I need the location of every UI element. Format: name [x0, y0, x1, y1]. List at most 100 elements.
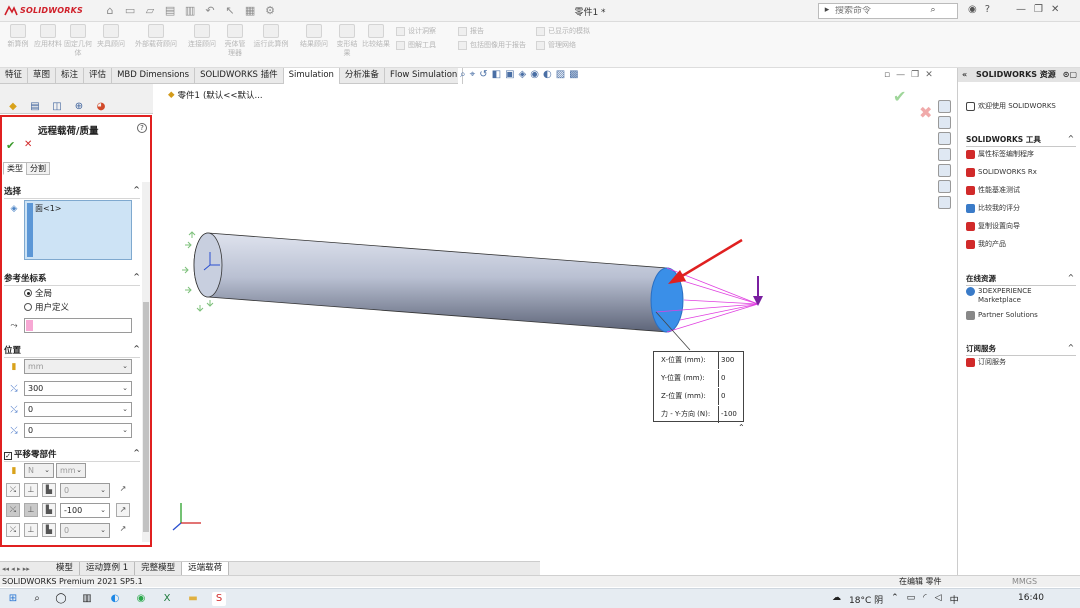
tool-item[interactable]: 属性标签编制程序 — [966, 150, 1034, 159]
collapse-icon[interactable]: ^ — [133, 344, 140, 353]
subscription-section[interactable]: 订阅服务 ^ — [966, 343, 1076, 356]
options-icon[interactable]: ⚙ — [263, 4, 277, 17]
y-direction-icon[interactable]: ⤯ — [6, 503, 20, 517]
solidworks-taskbar-icon[interactable]: S — [212, 592, 226, 606]
save-icon[interactable]: ▤ — [163, 4, 177, 17]
appearance-icon[interactable]: ◐ — [543, 69, 552, 80]
panel-scrollbar[interactable] — [142, 182, 150, 542]
search-icon[interactable]: ⌕ — [30, 592, 44, 606]
checkbox-checked-icon[interactable]: ✓ — [4, 452, 12, 460]
welcome-link[interactable]: 欢迎使用 SOLIDWORKS — [966, 102, 1056, 111]
view-palette-icon[interactable] — [938, 148, 951, 161]
x-location-field[interactable]: 300 ⌄ — [24, 381, 132, 396]
tab-sketch[interactable]: 草图 — [28, 68, 57, 84]
file-explorer-icon[interactable] — [938, 132, 951, 145]
tools-section[interactable]: SOLIDWORKS 工具 ^ — [966, 134, 1076, 147]
x-chart-icon[interactable]: ▙ — [42, 483, 56, 497]
explorer-icon[interactable]: ▬ — [186, 592, 200, 606]
fixed-geometry-button[interactable]: 固定几何体 — [64, 24, 92, 58]
vp-maximize-icon[interactable]: ❐ — [911, 70, 919, 80]
weather-text[interactable]: 18°C 阴 — [849, 593, 883, 606]
tab-full-model[interactable]: 完整模型 — [135, 561, 183, 576]
tool-item[interactable]: 复制设置向导 — [966, 222, 1020, 231]
tab-features[interactable]: 特征 — [0, 68, 29, 84]
section-reference-coords[interactable]: 参考坐标系 ^ — [4, 272, 140, 286]
collapse-icon[interactable]: ^ — [133, 448, 140, 457]
radio-global[interactable]: 全局 — [24, 287, 52, 299]
task-view-icon[interactable]: ◯ — [54, 592, 68, 606]
volume-icon[interactable]: ◁ — [935, 593, 942, 606]
z-chart-icon[interactable]: ▙ — [42, 523, 56, 537]
compare-results-button[interactable]: 比较结果 — [362, 24, 390, 49]
home-icon[interactable]: ⌂ — [103, 4, 117, 17]
collapse-icon[interactable]: ^ — [1068, 273, 1074, 282]
display-manager-icon[interactable]: ◕ — [94, 101, 108, 112]
displayed-sims-button[interactable]: 已显示的模拟 — [536, 26, 590, 36]
appearances-icon[interactable] — [938, 164, 951, 177]
cancel-x-icon[interactable]: ✕ — [24, 139, 32, 150]
manage-network-button[interactable]: 管理网络 — [536, 40, 576, 50]
y-flip-icon[interactable]: ↗ — [116, 503, 130, 517]
zoom-fit-icon[interactable]: ⌕ — [460, 69, 466, 80]
tool-item[interactable]: 我的产品 — [966, 240, 1006, 249]
search-input[interactable] — [835, 6, 925, 16]
shell-manager-button[interactable]: 壳体管理器 — [222, 24, 248, 58]
user-icon[interactable]: ◉ — [968, 4, 977, 15]
resources-tab-icon[interactable] — [938, 100, 951, 113]
section-translational[interactable]: ✓ 平移零部件 ^ — [4, 448, 140, 462]
print-icon[interactable]: ▥ — [183, 4, 197, 17]
section-view-icon[interactable]: ◧ — [492, 69, 501, 80]
zoom-area-icon[interactable]: ⌖ — [470, 69, 476, 80]
vp-close-icon[interactable]: ✕ — [925, 70, 933, 80]
vp-minimize-icon[interactable]: — — [896, 70, 905, 80]
previous-view-icon[interactable]: ↺ — [479, 69, 487, 80]
clock[interactable]: 16:40 — [1018, 593, 1044, 603]
tool-item[interactable]: 性能基准测试 — [966, 186, 1020, 195]
y-chart-icon[interactable]: ▙ — [42, 503, 56, 517]
selection-list[interactable]: 面<1> — [24, 200, 132, 260]
tray-up-icon[interactable]: ⌃ — [891, 593, 899, 606]
tab-model[interactable]: 模型 — [50, 561, 81, 576]
fixtures-advisor-button[interactable]: 夹具顾问 — [94, 24, 128, 49]
plot-tools-button[interactable]: 图解工具 — [396, 40, 436, 50]
apply-material-button[interactable]: 应用材料 — [34, 24, 62, 49]
report-button[interactable]: 报告 — [458, 26, 484, 36]
close-icon[interactable]: ✕ — [1051, 4, 1059, 15]
x-direction-icon[interactable]: ⤯ — [6, 483, 20, 497]
edge-icon[interactable]: ◐ — [108, 592, 122, 606]
dimxpert-icon[interactable]: ⊕ — [72, 101, 86, 112]
tab-motion-study[interactable]: 运动算例 1 — [80, 561, 136, 576]
fx-field[interactable]: 0 ⌄ — [60, 483, 110, 498]
excel-icon[interactable]: X — [160, 592, 174, 606]
design-library-icon[interactable] — [938, 116, 951, 129]
property-manager-icon[interactable]: ▤ — [28, 101, 42, 112]
search-box[interactable]: ▸ ⌕ — [818, 3, 958, 19]
ime-indicator[interactable]: 中 — [950, 593, 959, 606]
include-image-button[interactable]: 包括图像用于报告 — [458, 40, 526, 50]
hide-show-icon[interactable]: ◉ — [530, 69, 539, 80]
deformed-result-button[interactable]: 变形结果 — [334, 24, 360, 58]
minimize-icon[interactable]: — — [1016, 4, 1026, 15]
collapse-icon[interactable]: ^ — [1068, 134, 1074, 143]
restore-icon[interactable]: ❐ — [1034, 4, 1043, 15]
location-unit-select[interactable]: mm ⌄ — [24, 359, 132, 374]
rebuild-icon[interactable]: ▦ — [243, 4, 257, 17]
undo-icon[interactable]: ↶ — [203, 4, 217, 17]
open-file-icon[interactable]: ▱ — [143, 4, 157, 17]
help-icon[interactable]: ? — [137, 123, 147, 133]
tool-item[interactable]: SOLIDWORKS Rx — [966, 168, 1037, 177]
online-section[interactable]: 在线资源 ^ — [966, 273, 1076, 286]
ok-check-icon[interactable]: ✔ — [6, 139, 15, 152]
wechat-icon[interactable]: ◉ — [134, 592, 148, 606]
y-reverse-icon[interactable]: ⊥ — [24, 503, 38, 517]
fy-field[interactable]: -100 ⌄ — [60, 503, 110, 518]
chevron-up-icon[interactable]: ⌃ — [738, 423, 745, 432]
pin-icon[interactable]: ⊙▢ — [1063, 68, 1077, 81]
run-study-button[interactable]: 运行此算例 — [250, 24, 292, 49]
partner-link[interactable]: Partner Solutions — [966, 311, 1038, 320]
feature-manager-icon[interactable]: ◆ — [6, 101, 20, 112]
scene-icon[interactable]: ▨ — [556, 69, 565, 80]
tab-analysis-prep[interactable]: 分析准备 — [340, 68, 385, 84]
external-loads-button[interactable]: 外部载荷顾问 — [130, 24, 182, 49]
fz-field[interactable]: 0 ⌄ — [60, 523, 110, 538]
